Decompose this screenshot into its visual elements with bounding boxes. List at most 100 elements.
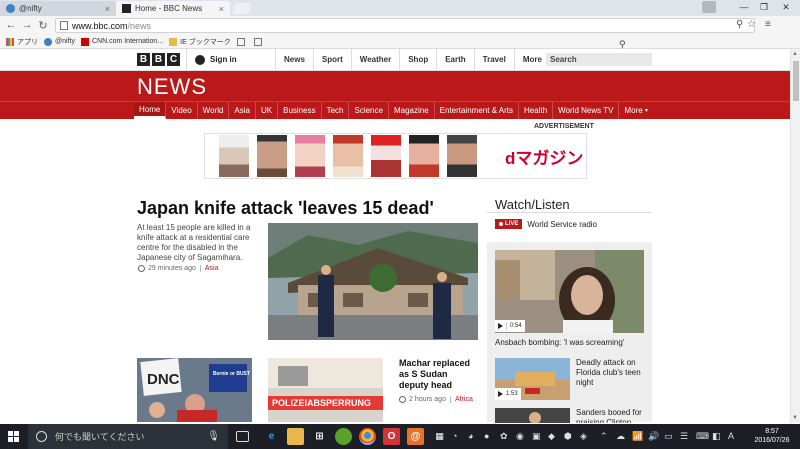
live-badge: LIVE bbox=[495, 219, 523, 229]
nav-entertainment-arts[interactable]: Entertainment & Arts bbox=[435, 102, 520, 119]
topnav-earth[interactable]: Earth bbox=[436, 49, 473, 70]
caret-down-icon: ▾ bbox=[644, 108, 648, 114]
nav-world[interactable]: World bbox=[198, 102, 230, 119]
action-center-icon[interactable]: ☰ bbox=[680, 431, 688, 442]
nav-uk[interactable]: UK bbox=[256, 102, 279, 119]
reload-icon[interactable]: ↻ bbox=[36, 18, 50, 32]
main-story-headline[interactable]: Japan knife attack 'leaves 15 dead' bbox=[137, 198, 477, 219]
tray-chevron-icon[interactable]: ⌃ bbox=[600, 431, 608, 442]
profile-icon[interactable] bbox=[702, 1, 716, 13]
tray-app-icon[interactable]: ◔ bbox=[452, 431, 457, 441]
app-icon[interactable]: ▦ bbox=[431, 428, 448, 445]
bookmark-page-2[interactable] bbox=[253, 37, 265, 46]
advertisement-label: ADVERTISEMENT bbox=[534, 123, 594, 130]
nav-video[interactable]: Video bbox=[166, 102, 198, 119]
police-tape-image[interactable]: POLIZEIABSPERRUNG bbox=[268, 358, 383, 422]
watch-listen-item[interactable]: Sanders booed for praising Clinton bbox=[495, 408, 645, 423]
windows-start-icon[interactable] bbox=[8, 431, 19, 442]
advertisement-banner[interactable]: dマガジン bbox=[204, 133, 587, 179]
battery-icon[interactable]: ▭ bbox=[664, 431, 673, 442]
bookmark-page-1[interactable] bbox=[236, 37, 248, 46]
live-radio-link[interactable]: LIVE World Service radio bbox=[495, 219, 597, 229]
topnav-news[interactable]: News bbox=[275, 49, 313, 70]
tab-close-icon[interactable]: × bbox=[215, 4, 224, 14]
store-icon[interactable]: ⊞ bbox=[311, 428, 328, 445]
tray-app-icon[interactable]: ✿ bbox=[500, 431, 508, 442]
edge-icon[interactable]: e bbox=[263, 428, 280, 445]
address-bar[interactable]: www.bbc.com/news bbox=[55, 18, 755, 33]
machar-story-headline[interactable]: Machar replaced as S Sudan deputy head bbox=[399, 358, 479, 391]
nav-world-news-tv[interactable]: World News TV bbox=[553, 102, 620, 119]
task-view-icon[interactable] bbox=[236, 431, 249, 442]
video-caption[interactable]: Ansbach bombing: 'I was screaming' bbox=[495, 338, 624, 347]
mail-icon[interactable]: @ bbox=[407, 428, 424, 445]
app-icon[interactable] bbox=[335, 428, 352, 445]
nav-more[interactable]: More ▾ bbox=[619, 102, 652, 119]
tray-app-icon[interactable]: ☁ bbox=[616, 431, 625, 442]
scrollbar-thumb[interactable] bbox=[793, 61, 799, 101]
office-icon[interactable]: O bbox=[383, 428, 400, 445]
tray-app-icon[interactable]: ◆ bbox=[548, 431, 555, 442]
keyboard-icon[interactable]: ⌨ bbox=[696, 431, 709, 442]
tray-app-icon[interactable]: ▣ bbox=[532, 431, 541, 442]
bookmark-ie-folder[interactable]: IE ブックマーク bbox=[169, 37, 231, 47]
taskbar-clock[interactable]: 8:57 2016/07/26 bbox=[752, 427, 792, 445]
category-link[interactable]: Africa bbox=[455, 396, 473, 403]
category-link[interactable]: Asia bbox=[205, 265, 219, 272]
file-explorer-icon[interactable] bbox=[287, 428, 304, 445]
watch-listen-item-title: Sanders booed for praising Clinton bbox=[576, 408, 642, 423]
sign-in-link[interactable]: Sign in bbox=[186, 49, 276, 70]
topnav-sport[interactable]: Sport bbox=[312, 49, 351, 70]
tray-app-icon[interactable]: ◧ bbox=[712, 431, 721, 442]
main-story-image[interactable] bbox=[268, 223, 478, 340]
tray-app-icon[interactable]: ◈ bbox=[580, 431, 587, 442]
dnc-protest-image[interactable]: DNC Bernie or BUST bbox=[137, 358, 252, 422]
microphone-icon[interactable]: 🎙 bbox=[207, 431, 220, 442]
taskbar-search-box[interactable]: 何でも聞いてください 🎙 bbox=[28, 424, 228, 449]
bookmark-star-icon[interactable]: ☆ bbox=[747, 19, 756, 30]
nifty-icon bbox=[44, 37, 52, 46]
nav-health[interactable]: Health bbox=[519, 102, 554, 119]
nifty-favicon-icon bbox=[6, 4, 15, 13]
news-logo[interactable]: NEWS bbox=[137, 74, 207, 100]
bbc-search-box[interactable]: Search ⚲ bbox=[546, 39, 652, 66]
tray-app-icon[interactable]: ◕ bbox=[468, 431, 473, 441]
topnav-shop[interactable]: Shop bbox=[399, 49, 436, 70]
tray-app-icon[interactable]: ◉ bbox=[516, 431, 524, 442]
nav-science[interactable]: Science bbox=[349, 102, 389, 119]
back-arrow-icon[interactable]: ← bbox=[4, 18, 18, 32]
cortana-icon bbox=[36, 431, 47, 442]
scroll-up-icon[interactable]: ▲ bbox=[792, 51, 798, 57]
network-icon[interactable]: 📶 bbox=[632, 431, 643, 442]
nav-home[interactable]: Home bbox=[134, 102, 167, 119]
bookmark-nifty[interactable]: @nifty bbox=[44, 37, 75, 46]
video-play-button[interactable]: 0:54 bbox=[495, 320, 525, 332]
bbc-logo[interactable]: B B C bbox=[137, 53, 180, 66]
topnav-travel[interactable]: Travel bbox=[473, 49, 514, 70]
ime-icon[interactable]: A bbox=[728, 431, 734, 441]
page-scrollbar[interactable]: ▲ ▼ bbox=[790, 49, 800, 423]
bookmark-cnn[interactable]: CNN.com Internation... bbox=[80, 37, 163, 46]
zoom-icon[interactable]: ⚲ bbox=[736, 19, 743, 30]
tab-close-icon[interactable]: × bbox=[101, 4, 110, 14]
scroll-down-icon[interactable]: ▼ bbox=[792, 415, 798, 421]
nav-tech[interactable]: Tech bbox=[322, 102, 350, 119]
tray-app-icon[interactable]: ● bbox=[484, 431, 489, 441]
chrome-icon[interactable] bbox=[359, 428, 376, 445]
tray-app-icon[interactable]: ⬢ bbox=[564, 431, 572, 442]
watch-listen-title[interactable]: Watch/Listen bbox=[487, 197, 652, 213]
bookmark-apps[interactable]: アプリ bbox=[6, 37, 38, 47]
dnc-sign-text: DNC bbox=[147, 371, 180, 388]
nav-asia[interactable]: Asia bbox=[229, 102, 256, 119]
new-tab-button[interactable] bbox=[231, 3, 253, 14]
video-play-button[interactable]: 1:53 bbox=[495, 388, 521, 400]
topnav-weather[interactable]: Weather bbox=[350, 49, 399, 70]
close-window-icon[interactable]: ✕ bbox=[772, 0, 800, 14]
menu-icon[interactable]: ≡ bbox=[765, 19, 771, 30]
nav-magazine[interactable]: Magazine bbox=[389, 102, 435, 119]
nav-business[interactable]: Business bbox=[278, 102, 322, 119]
volume-icon[interactable]: 🔊 bbox=[648, 431, 659, 442]
tab-bbc-news[interactable]: Home - BBC News × bbox=[116, 1, 230, 16]
tab-nifty[interactable]: @nifty × bbox=[0, 1, 116, 16]
forward-arrow-icon[interactable]: → bbox=[20, 18, 34, 32]
